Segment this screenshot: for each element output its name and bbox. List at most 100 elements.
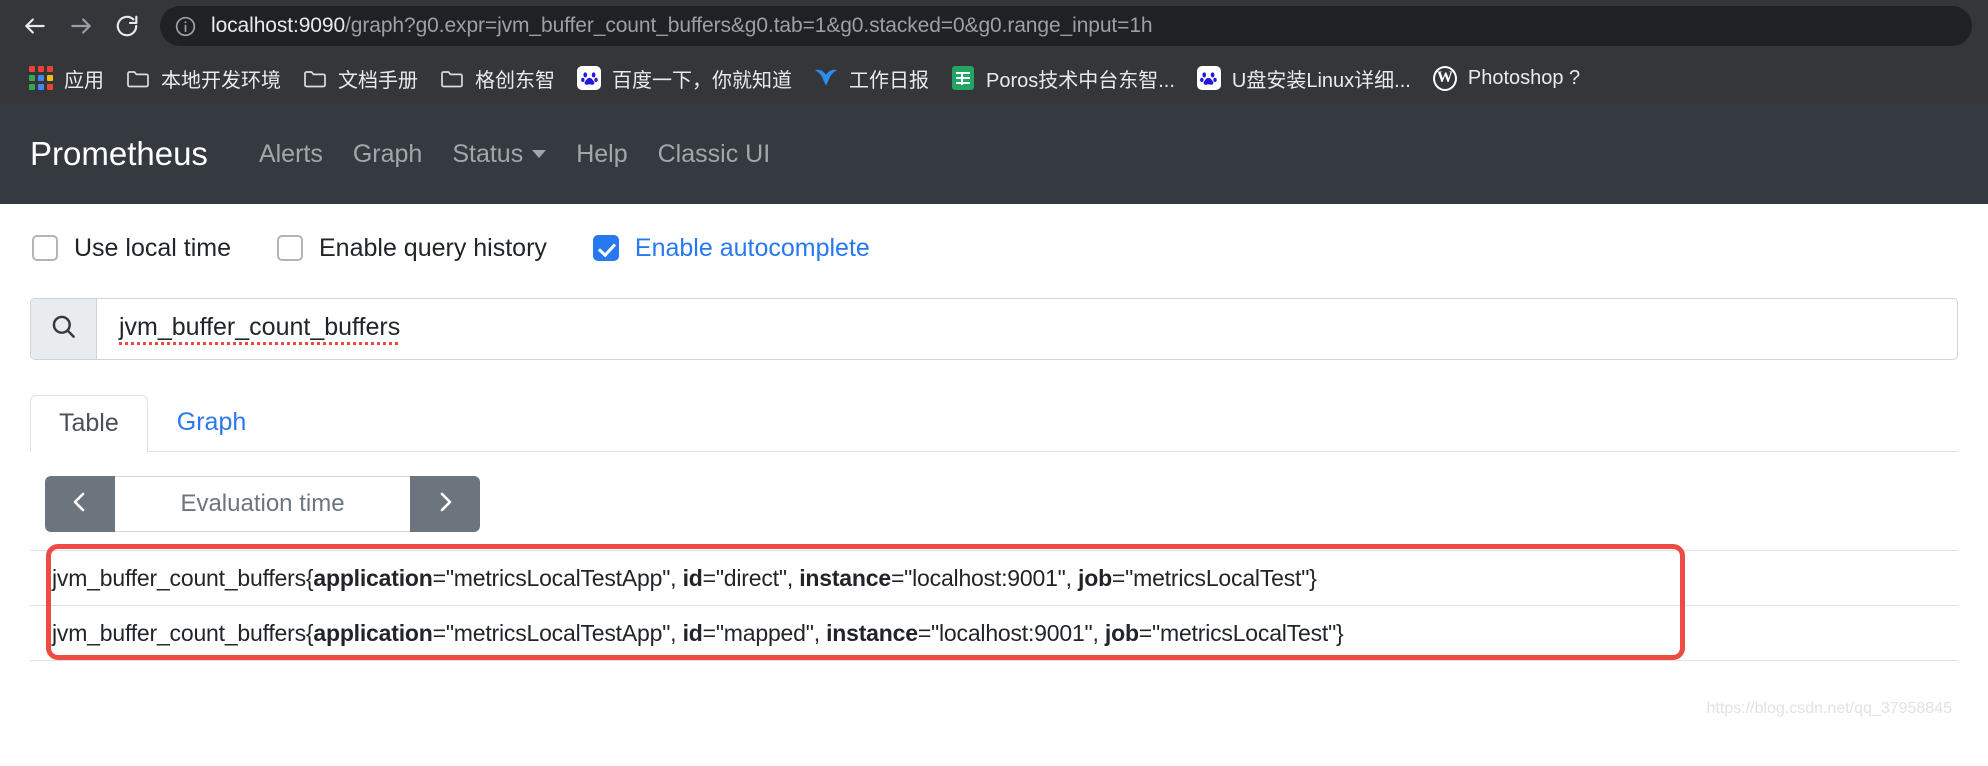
bookmark-label: 本地开发环境 xyxy=(161,69,281,92)
tab-graph[interactable]: Graph xyxy=(148,394,275,451)
bookmark-docs-manual[interactable]: 文档手册 xyxy=(292,60,429,96)
option-label: Use local time xyxy=(74,233,231,262)
address-bar[interactable]: localhost:9090/graph?g0.expr=jvm_buffer_… xyxy=(160,6,1972,46)
evaluation-time-input[interactable]: Evaluation time xyxy=(115,476,410,532)
bookmark-label: Poros技术中台东智... xyxy=(986,69,1175,92)
nav-item-label: Help xyxy=(576,139,628,168)
nav-item-label: Alerts xyxy=(258,139,323,168)
bookmarks-bar: 应用 本地开发环境 文档手册 格创东智 百度一下，你就知道 工作日报 Poros… xyxy=(0,52,1988,104)
label-key: application xyxy=(313,564,433,591)
prometheus-nav-links: Alerts Graph Status Help Classic UI xyxy=(244,140,785,169)
prometheus-brand[interactable]: Prometheus xyxy=(30,135,208,173)
result-tabs: Table Graph xyxy=(30,392,1958,452)
evaluation-time-wrap: Evaluation time xyxy=(30,452,1958,532)
search-icon-addon xyxy=(31,299,97,359)
label-value: "metricsLocalTestApp" xyxy=(445,619,671,646)
bookmark-apps[interactable]: 应用 xyxy=(18,60,115,96)
table-row[interactable] xyxy=(30,660,1958,700)
bookmark-work-report[interactable]: 工作日报 xyxy=(803,60,940,96)
table-row[interactable]: jvm_buffer_count_buffers{application="me… xyxy=(30,550,1958,605)
nav-item-label: Graph xyxy=(352,139,423,168)
watermark-text: https://blog.csdn.net/qq_37958845 xyxy=(1706,700,1952,717)
nav-item-label: Classic UI xyxy=(657,139,771,168)
label-key: instance xyxy=(826,619,918,646)
baidu-icon xyxy=(1196,66,1221,90)
url-path: /graph?g0.expr=jvm_buffer_count_buffers&… xyxy=(345,14,1153,37)
bookmark-usb-linux[interactable]: U盘安装Linux详细... xyxy=(1186,60,1422,96)
label-key: id xyxy=(682,564,703,591)
table-row[interactable]: jvm_buffer_count_buffers{application="me… xyxy=(30,605,1958,660)
evaluation-time-placeholder: Evaluation time xyxy=(180,490,345,517)
brace-close: } xyxy=(1336,619,1344,646)
use-local-time-checkbox[interactable] xyxy=(32,235,58,261)
forward-arrow-icon xyxy=(68,13,94,39)
baidu-icon xyxy=(577,66,601,90)
option-label: Enable query history xyxy=(319,233,547,262)
search-icon xyxy=(50,313,77,345)
evaluation-time-group: Evaluation time xyxy=(45,476,480,532)
option-enable-autocomplete[interactable]: Enable autocomplete xyxy=(592,233,870,263)
nav-item-help[interactable]: Help xyxy=(561,140,642,169)
result-series-label: jvm_buffer_count_buffers{application="me… xyxy=(52,564,1317,591)
label-key: instance xyxy=(799,564,891,591)
browser-nav-row: localhost:9090/graph?g0.expr=jvm_buffer_… xyxy=(0,0,1988,52)
evaluation-time-prev-button[interactable] xyxy=(45,476,115,532)
expression-input-group[interactable]: jvm_buffer_count_buffers xyxy=(30,298,1958,360)
bookmark-label: U盘安装Linux详细... xyxy=(1231,69,1411,92)
main-content: Use local time Enable query history Enab… xyxy=(0,204,1988,717)
back-button[interactable] xyxy=(12,3,58,49)
nav-item-label: Status xyxy=(452,139,524,168)
evaluation-time-next-button[interactable] xyxy=(410,476,480,532)
nav-item-classic-ui[interactable]: Classic UI xyxy=(643,140,786,169)
label-value: "mapped" xyxy=(715,619,814,646)
result-series-label: jvm_buffer_count_buffers{application="me… xyxy=(52,619,1344,646)
address-bar-url: localhost:9090/graph?g0.expr=jvm_buffer_… xyxy=(211,14,1153,38)
browser-chrome: localhost:9090/graph?g0.expr=jvm_buffer_… xyxy=(0,0,1988,104)
back-arrow-icon xyxy=(22,13,48,39)
bookmark-label: 格创东智 xyxy=(475,69,555,92)
label-key: id xyxy=(682,619,703,646)
bookmark-label: Photoshop ? xyxy=(1467,66,1581,89)
bookmark-label: 百度一下，你就知道 xyxy=(612,69,792,92)
chevron-left-icon xyxy=(68,490,92,519)
reload-button[interactable] xyxy=(104,3,150,49)
enable-query-history-checkbox[interactable] xyxy=(277,235,303,261)
nav-item-status[interactable]: Status xyxy=(437,140,561,169)
label-value: "metricsLocalTest" xyxy=(1125,564,1310,591)
bookmark-poros[interactable]: Poros技术中台东智... xyxy=(940,60,1186,96)
bookmark-baidu[interactable]: 百度一下，你就知道 xyxy=(566,60,803,96)
query-options-row: Use local time Enable query history Enab… xyxy=(30,204,1958,292)
bookmark-photoshop[interactable]: W Photoshop ? xyxy=(1422,60,1591,96)
bookmark-gechuang-dongzhi[interactable]: 格创东智 xyxy=(429,60,566,96)
nav-item-alerts[interactable]: Alerts xyxy=(244,140,338,169)
apps-grid-icon xyxy=(29,66,53,90)
folder-icon xyxy=(440,66,464,90)
metric-name: jvm_buffer_count_buffers xyxy=(52,564,306,591)
bookmark-label: 应用 xyxy=(64,69,104,92)
tim-icon xyxy=(814,66,838,90)
enable-autocomplete-checkbox[interactable] xyxy=(592,235,619,261)
bookmark-local-dev-env[interactable]: 本地开发环境 xyxy=(115,60,292,96)
option-label: Enable autocomplete xyxy=(634,233,870,262)
expression-value: jvm_buffer_count_buffers xyxy=(119,313,401,345)
tab-table[interactable]: Table xyxy=(30,395,148,452)
site-info-icon[interactable] xyxy=(174,15,197,38)
label-value: "localhost:9001" xyxy=(931,619,1093,646)
nav-item-graph[interactable]: Graph xyxy=(338,140,437,169)
url-host: localhost:9090 xyxy=(211,14,346,37)
option-use-local-time[interactable]: Use local time xyxy=(32,234,231,263)
expression-input[interactable]: jvm_buffer_count_buffers xyxy=(97,299,1957,359)
chevron-right-icon xyxy=(433,490,457,519)
reload-icon xyxy=(114,13,140,39)
option-enable-query-history[interactable]: Enable query history xyxy=(277,234,547,263)
label-key: job xyxy=(1104,619,1139,646)
wordpress-icon: W xyxy=(1432,65,1457,91)
prometheus-navbar: Prometheus Alerts Graph Status Help Clas… xyxy=(0,104,1988,204)
label-value: "metricsLocalTestApp" xyxy=(445,564,671,591)
bookmark-label: 文档手册 xyxy=(338,69,418,92)
bookmark-label: 工作日报 xyxy=(849,69,929,92)
forward-button[interactable] xyxy=(58,3,104,49)
label-key: job xyxy=(1078,564,1112,591)
results-table: jvm_buffer_count_buffers{application="me… xyxy=(30,544,1958,717)
brace-close: } xyxy=(1309,564,1317,591)
